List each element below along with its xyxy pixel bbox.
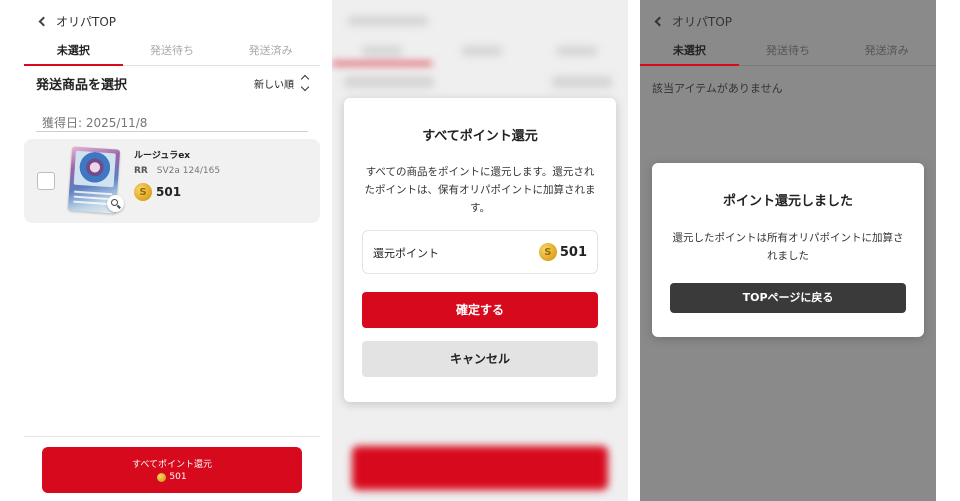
section-title: 発送商品を選択	[36, 77, 128, 93]
confirm-button[interactable]: 確定する	[362, 292, 598, 328]
screen-select-items: オリパTOP 未選択 発送待ち 発送済み 発送商品を選択 新しい順 獲得日: 2…	[24, 0, 320, 501]
tab-bar: 未選択 発送待ち 発送済み	[640, 40, 936, 66]
dialog-title: ポイント還元しました	[722, 194, 853, 209]
item-checkbox[interactable]	[37, 172, 55, 190]
item-card-number: SV2a 124/165	[156, 166, 221, 176]
return-points-value: 501	[559, 244, 587, 260]
all-points-return-amount: 501	[42, 472, 302, 482]
screen-completed: オリパTOP 未選択 発送待ち 発送済み 該当アイテムがありません ポイント還元…	[640, 0, 936, 501]
tab-unselected[interactable]: 未選択	[640, 40, 739, 66]
back-chevron-icon[interactable]	[38, 16, 49, 26]
section-header: 発送商品を選択 新しい順	[36, 72, 310, 94]
header: オリパTOP	[640, 8, 936, 34]
return-points: S 501	[538, 243, 587, 261]
tab-awaiting-shipment[interactable]: 発送待ち	[739, 40, 838, 65]
return-points-label: 還元ポイント	[373, 247, 439, 260]
dialog-message: すべての商品をポイントに還元します。還元されたポイントは、保有オリパポイントに加…	[364, 166, 596, 214]
dialog-message: 還元したポイントは所有オリパポイントに加算されました	[672, 232, 904, 262]
acquired-date-label: 獲得日: 2025/11/8	[36, 114, 308, 132]
back-link[interactable]: オリパTOP	[672, 13, 732, 30]
tab-shipped[interactable]: 発送済み	[221, 40, 320, 65]
tab-shipped[interactable]: 発送済み	[837, 40, 936, 65]
return-points-box: 還元ポイント S 501	[362, 230, 598, 274]
all-points-return-value: 501	[169, 472, 187, 482]
sort-button[interactable]: 新しい順	[254, 74, 310, 92]
header: オリパTOP	[24, 8, 320, 34]
tab-awaiting-shipment[interactable]: 発送待ち	[123, 40, 222, 65]
screen-confirm: すべてポイント還元 すべての商品をポイントに還元します。還元されたポイントは、保…	[332, 0, 628, 501]
cancel-button[interactable]: キャンセル	[362, 341, 598, 377]
coin-icon: S	[134, 183, 152, 201]
back-to-top-button[interactable]: TOPページに戻る	[670, 283, 906, 313]
list-item[interactable]: ルージュラex RR SV2a 124/165 S 501	[24, 139, 320, 223]
completion-dialog: ポイント還元しました 還元したポイントは所有オリパポイントに加算されました TO…	[652, 163, 924, 337]
sort-label: 新しい順	[254, 79, 294, 91]
item-rarity: RR	[134, 166, 148, 176]
bottom-action-bar: すべてポイント還元 501	[24, 436, 320, 501]
item-meta: RR SV2a 124/165	[134, 166, 220, 176]
empty-state-message: 該当アイテムがありません	[652, 82, 783, 95]
coin-icon: S	[538, 243, 557, 261]
item-points: S 501	[134, 183, 181, 201]
tab-bar: 未選択 発送待ち 発送済み	[24, 40, 320, 66]
back-link[interactable]: オリパTOP	[56, 13, 116, 30]
item-name: ルージュラex	[134, 151, 191, 161]
sort-updown-icon	[300, 74, 310, 92]
coin-icon	[157, 472, 167, 482]
all-points-return-button[interactable]: すべてポイント還元 501	[42, 447, 302, 493]
dialog-title: すべてポイント還元	[422, 129, 538, 144]
item-points-value: 501	[156, 185, 182, 199]
all-points-return-label: すべてポイント還元	[131, 460, 212, 470]
back-chevron-icon[interactable]	[654, 16, 665, 26]
zoom-in-icon[interactable]	[107, 195, 124, 212]
tab-unselected[interactable]: 未選択	[24, 40, 123, 66]
confirm-dialog: すべてポイント還元 すべての商品をポイントに還元します。還元されたポイントは、保…	[344, 98, 616, 402]
